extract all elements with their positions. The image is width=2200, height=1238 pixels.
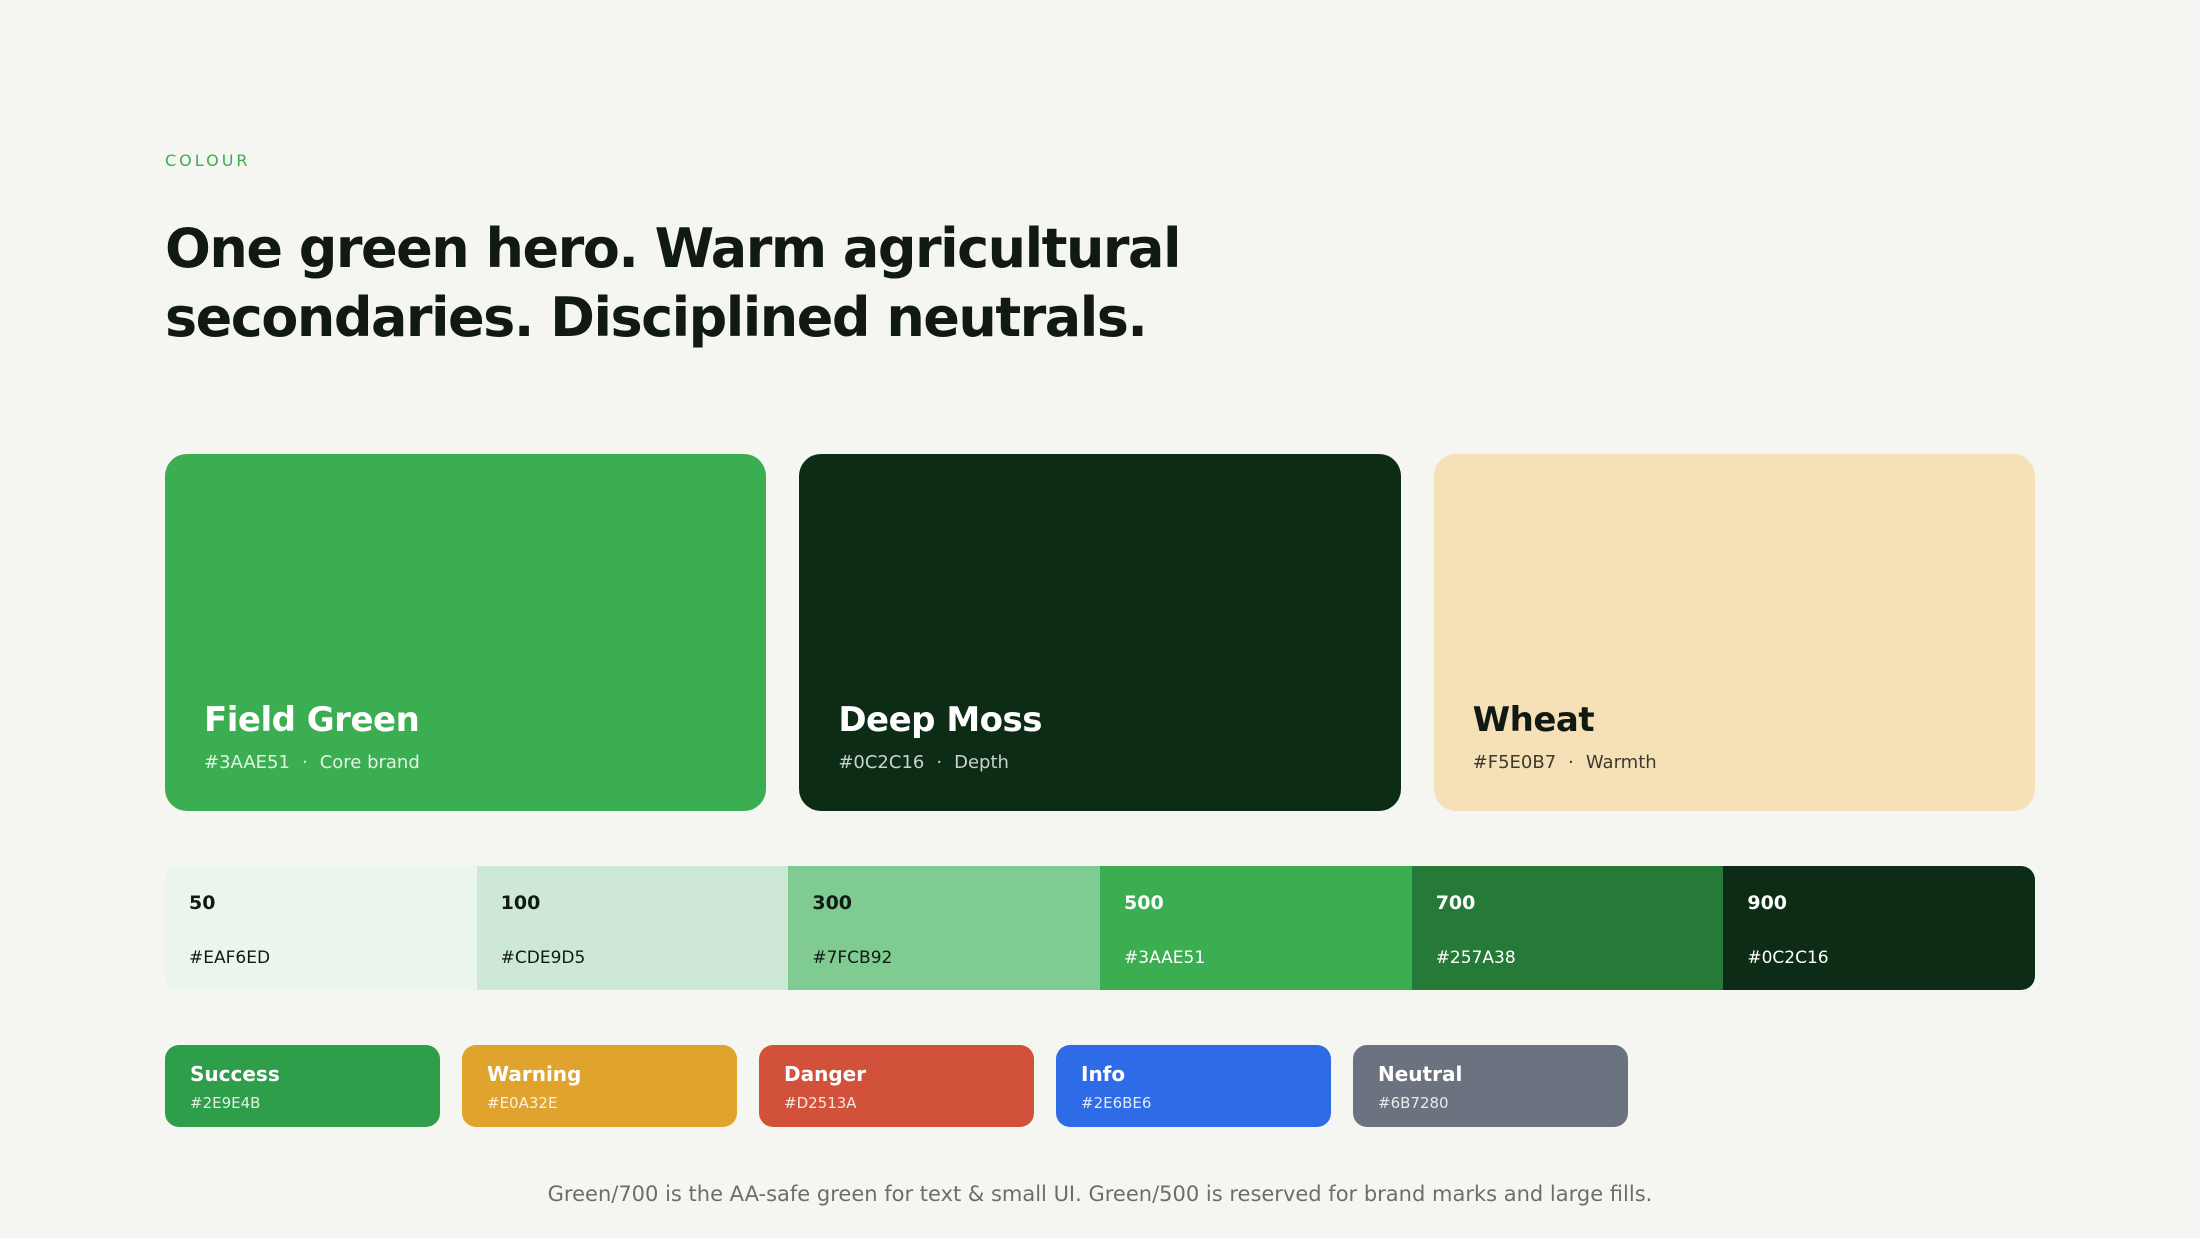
hero-color-row: Field Green #3AAE51 · Core brand Deep Moss… bbox=[165, 454, 2035, 811]
status-chip-danger: Danger #D2513A bbox=[759, 1045, 1034, 1127]
hero-color-meta: #F5E0B7 · Warmth bbox=[1473, 752, 1657, 773]
hero-color-hex: #F5E0B7 bbox=[1472, 752, 1557, 773]
hero-color-meta: #3AAE51 · Core brand bbox=[204, 752, 420, 773]
status-hex: #2E6BE6 bbox=[1081, 1094, 1152, 1112]
status-hex: #2E9E4B bbox=[190, 1094, 261, 1112]
hero-card-deep-moss: Deep Moss #0C2C16 · Depth bbox=[799, 454, 1401, 811]
swatch-step: 700 bbox=[1435, 892, 1476, 914]
hero-color-role: Core brand bbox=[319, 752, 420, 773]
hero-color-name: Field Green bbox=[204, 700, 420, 740]
green-swatch-900: 900 #0C2C16 bbox=[1723, 866, 2035, 990]
section-eyebrow: COLOUR bbox=[165, 151, 251, 170]
green-swatch-700: 700 #257A38 bbox=[1411, 866, 1724, 990]
status-chip-info: Info #2E6BE6 bbox=[1056, 1045, 1331, 1127]
swatch-hex: #257A38 bbox=[1435, 948, 1516, 968]
meta-separator: · bbox=[301, 752, 308, 773]
hero-color-name: Deep Moss bbox=[838, 700, 1043, 740]
hero-color-hex: #0C2C16 bbox=[838, 752, 925, 773]
swatch-hex: #CDE9D5 bbox=[500, 948, 586, 968]
status-chip-warning: Warning #E0A32E bbox=[462, 1045, 737, 1127]
meta-separator: · bbox=[1568, 752, 1574, 773]
swatch-step: 300 bbox=[812, 892, 853, 914]
status-hex: #E0A32E bbox=[487, 1094, 558, 1112]
hero-color-hex: #3AAE51 bbox=[204, 752, 290, 773]
green-swatch-100: 100 #CDE9D5 bbox=[476, 866, 789, 990]
swatch-hex: #EAF6ED bbox=[189, 948, 271, 968]
page-title: One green hero. Warm agricultural second… bbox=[165, 217, 1181, 349]
usage-footnote: Green/700 is the AA-safe green for text … bbox=[547, 1182, 1653, 1206]
hero-card-field-green: Field Green #3AAE51 · Core brand bbox=[165, 454, 767, 811]
meta-separator: · bbox=[936, 752, 943, 773]
status-hex: #D2513A bbox=[784, 1094, 857, 1112]
status-name: Danger bbox=[784, 1062, 867, 1086]
status-name: Neutral bbox=[1378, 1062, 1463, 1086]
status-hex: #6B7280 bbox=[1378, 1094, 1449, 1112]
status-color-row: Success #2E9E4B Warning #E0A32E Danger #… bbox=[165, 1045, 1628, 1127]
swatch-hex: #0C2C16 bbox=[1747, 948, 1829, 968]
hero-color-role: Warmth bbox=[1585, 752, 1657, 773]
green-swatch-50: 50 #EAF6ED bbox=[165, 866, 477, 990]
green-swatch-500: 500 #3AAE51 bbox=[1100, 866, 1412, 990]
hero-color-meta: #0C2C16 · Depth bbox=[838, 752, 1009, 773]
swatch-step: 100 bbox=[500, 892, 541, 914]
swatch-step: 900 bbox=[1747, 892, 1788, 914]
green-swatch-300: 300 #7FCB92 bbox=[788, 866, 1101, 990]
status-name: Success bbox=[190, 1062, 280, 1086]
hero-card-wheat: Wheat #F5E0B7 · Warmth bbox=[1433, 454, 2035, 811]
status-name: Info bbox=[1081, 1062, 1126, 1086]
swatch-hex: #7FCB92 bbox=[812, 948, 893, 968]
swatch-hex: #3AAE51 bbox=[1124, 948, 1206, 968]
status-chip-success: Success #2E9E4B bbox=[165, 1045, 440, 1127]
hero-color-name: Wheat bbox=[1472, 700, 1595, 740]
status-chip-neutral: Neutral #6B7280 bbox=[1353, 1045, 1628, 1127]
status-name: Warning bbox=[487, 1062, 582, 1086]
hero-color-role: Depth bbox=[954, 752, 1009, 773]
swatch-step: 500 bbox=[1124, 892, 1164, 914]
green-scale-row: 50 #EAF6ED 100 #CDE9D5 300 #7FCB92 500 #… bbox=[165, 866, 2035, 990]
swatch-step: 50 bbox=[189, 892, 216, 914]
